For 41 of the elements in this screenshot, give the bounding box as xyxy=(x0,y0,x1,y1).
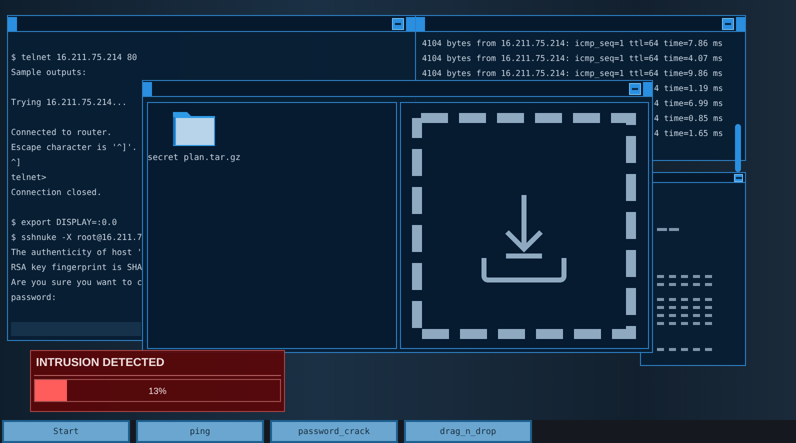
ping-output-line: 4104 bytes from 16.211.75.214: icmp_seq=1 ttl=64 time=4.07 ms xyxy=(422,52,723,65)
terminal-line: password: xyxy=(11,291,56,304)
file-item[interactable]: secret plan.tar.gz xyxy=(148,103,240,163)
terminal-line: Sample outputs: xyxy=(11,66,87,79)
minimize-button[interactable] xyxy=(734,174,743,182)
taskbar-button[interactable]: drag_n_drop xyxy=(404,420,532,443)
ping-output-line: 4 time=0.85 ms xyxy=(654,112,724,125)
terminal-line: Are you sure you want to c xyxy=(11,276,142,289)
ping-output-line: 4104 bytes from 16.211.75.214: icmp_seq=1 ttl=64 time=9.86 ms xyxy=(422,67,723,80)
terminal-line: ^] xyxy=(11,156,22,169)
terminal-line: RSA key fingerprint is SHA xyxy=(11,261,142,274)
minimize-button[interactable] xyxy=(722,18,734,30)
corner-marker xyxy=(143,82,152,96)
terminal-line: The authenticity of host ' xyxy=(11,246,142,259)
command-input-field[interactable] xyxy=(11,322,141,336)
taskbar-button[interactable]: ping xyxy=(136,420,264,443)
terminal-line: telnet> xyxy=(11,171,46,184)
taskbar-button[interactable]: Start xyxy=(2,420,130,443)
progress-percentage: 13% xyxy=(148,386,166,396)
terminal-line: $ telnet 16.211.75.214 80 xyxy=(11,51,138,64)
corner-marker xyxy=(8,16,17,30)
corner-marker xyxy=(406,16,415,30)
terminal-line: Trying 16.211.75.214... xyxy=(11,96,127,109)
terminal-line: Connected to router. xyxy=(11,126,112,139)
ping-output-line: 4 time=1.65 ms xyxy=(654,127,724,140)
drop-zone-panel[interactable] xyxy=(400,102,649,349)
terminal-line: Escape character is '^]'. xyxy=(11,141,138,154)
terminal-line: $ export DISPLAY=:0.0 xyxy=(11,216,117,229)
corner-marker xyxy=(736,16,745,30)
ping-output-line: 4104 bytes from 16.211.75.214: icmp_seq=1 ttl=64 time=7.86 ms xyxy=(422,37,723,50)
corner-marker xyxy=(643,82,652,96)
terminal-line: Connection closed. xyxy=(11,186,102,199)
scrollbar-thumb[interactable] xyxy=(735,124,741,172)
terminal-line: $ sshnuke -X root@16.211.7 xyxy=(11,231,142,244)
corner-marker xyxy=(416,16,425,30)
minimize-button[interactable] xyxy=(629,82,641,94)
taskbar-button[interactable]: password_crack xyxy=(270,420,398,443)
minimize-button[interactable] xyxy=(392,18,404,30)
ping-output-line: 4 time=6.99 ms xyxy=(654,97,724,110)
ping-output-line: 4 time=1.19 ms xyxy=(654,82,724,95)
alert-title: INTRUSION DETECTED xyxy=(34,357,281,376)
